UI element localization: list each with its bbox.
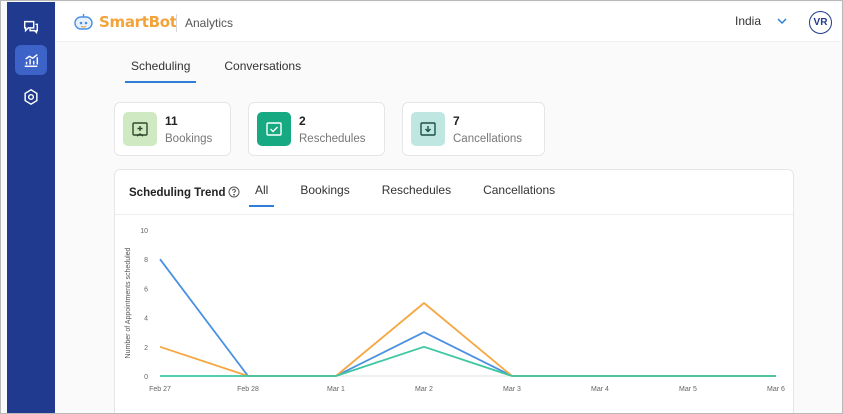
sidebar-item-settings[interactable] (15, 82, 47, 112)
trend-tab-reschedules[interactable]: Reschedules (376, 183, 457, 207)
country-selector[interactable]: India (735, 14, 787, 28)
sidebar-item-conversations[interactable] (15, 12, 47, 42)
sidebar-item-analytics[interactable] (15, 45, 47, 75)
bot-icon (74, 14, 93, 30)
chevron-down-icon (777, 17, 787, 24)
card-header: Scheduling Trend All Bookings Reschedule… (115, 170, 793, 215)
series-line-3 (160, 345, 776, 377)
app-window: SmartBot Analytics India VR Scheduling C… (0, 0, 843, 414)
y-axis-label: Number of Appointments scheduled (125, 247, 132, 358)
series-line-2 (159, 302, 776, 377)
app-name: Analytics (185, 16, 234, 30)
x-tick-label: Mar 4 (591, 386, 609, 393)
x-tick-label: Mar 3 (503, 386, 521, 393)
trend-chart: 0 2 4 6 8 10 Feb 27 Feb 28 Mar 1 Mar 2 Mar 3 Mar 4 M… (125, 228, 785, 393)
calendar-check-icon (266, 122, 282, 136)
tab-scheduling[interactable]: Scheduling (125, 59, 197, 83)
stat-icon-box (257, 112, 291, 146)
stat-label: Reschedules (299, 133, 366, 145)
trend-tab-bookings[interactable]: Bookings (294, 183, 355, 207)
stat-label: Bookings (165, 133, 213, 145)
help-icon[interactable] (228, 186, 240, 198)
calendar-cancel-icon (420, 122, 436, 136)
brand-name: SmartBot (99, 13, 177, 31)
trend-tab-all[interactable]: All (249, 183, 275, 207)
main-content: Scheduling Conversations 11 Bookings 2 R… (55, 43, 841, 413)
x-tick-label: Mar 1 (327, 386, 345, 393)
y-tick-label: 8 (144, 257, 148, 264)
top-bar: SmartBot Analytics India VR (55, 2, 841, 42)
series-line-1 (159, 258, 776, 377)
trend-tabs: All Bookings Reschedules Cancellations (249, 183, 561, 207)
chat-icon (23, 20, 39, 35)
stat-card-reschedules[interactable]: 2 Reschedules (248, 102, 385, 156)
x-tick-label: Feb 28 (237, 386, 259, 393)
analytics-icon (24, 54, 39, 68)
x-tick-label: Mar 5 (679, 386, 697, 393)
stat-value: 7 (453, 114, 460, 128)
stat-value: 2 (299, 114, 306, 128)
stat-icon-box (123, 112, 157, 146)
tab-conversations[interactable]: Conversations (218, 59, 307, 83)
x-tick-label: Mar 6 (767, 386, 785, 393)
y-tick-label: 0 (144, 374, 148, 381)
stat-card-bookings[interactable]: 11 Bookings (114, 102, 231, 156)
trend-tab-cancellations[interactable]: Cancellations (477, 183, 561, 207)
stat-label: Cancellations (453, 133, 523, 145)
stat-icon-box (411, 112, 445, 146)
divider (176, 14, 177, 32)
country-label: India (735, 14, 762, 28)
x-tick-label: Mar 2 (415, 386, 433, 393)
y-tick-label: 10 (140, 228, 148, 235)
sidebar (7, 2, 55, 413)
main-tabs: Scheduling Conversations (125, 59, 307, 83)
y-tick-label: 2 (144, 345, 148, 352)
card-title: Scheduling Trend (129, 187, 226, 199)
stat-card-cancellations[interactable]: 7 Cancellations (402, 102, 545, 156)
stat-value: 11 (165, 114, 178, 128)
brand-logo[interactable]: SmartBot (73, 13, 177, 31)
scheduling-trend-card: Scheduling Trend All Bookings Reschedule… (114, 169, 794, 413)
settings-icon (24, 88, 38, 106)
avatar[interactable]: VR (809, 11, 832, 34)
y-tick-label: 4 (144, 316, 148, 323)
x-tick-label: Feb 27 (149, 386, 171, 393)
y-tick-label: 6 (144, 286, 148, 293)
calendar-plus-icon (132, 122, 148, 137)
